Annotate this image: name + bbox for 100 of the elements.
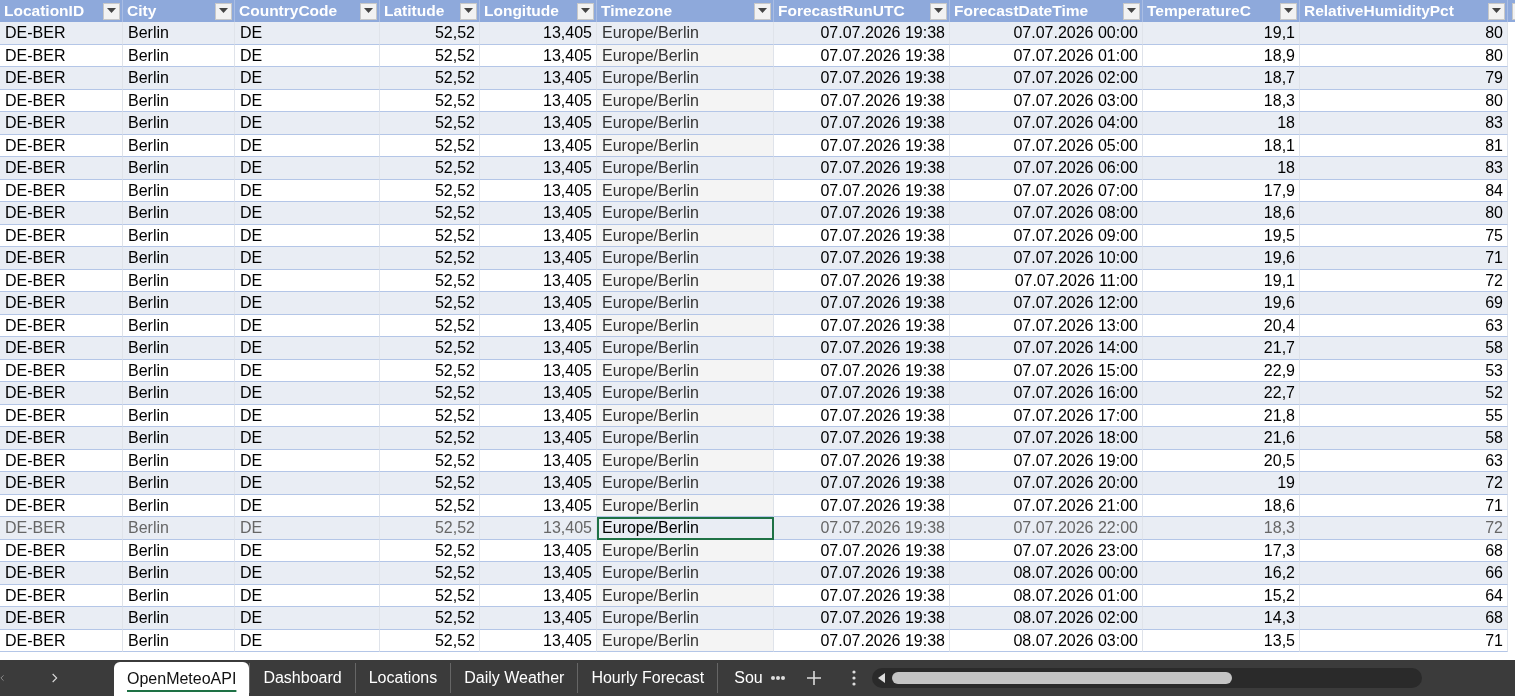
table-cell: DE-BER (0, 22, 123, 45)
table-cell: DE-BER (0, 224, 123, 247)
sheet-tab[interactable]: Dashboard (249, 663, 355, 693)
table-cell: DE-BER (0, 89, 123, 112)
table-cell: 07.07.2026 14:00 (950, 337, 1143, 360)
column-header: City (127, 2, 158, 20)
filter-dropdown-button[interactable] (460, 2, 477, 20)
table-cell: 07.07.2026 17:00 (950, 404, 1143, 427)
table-cell: 13,405 (480, 202, 597, 225)
table-cell: 71 (1300, 494, 1508, 517)
table-cell: Berlin (123, 89, 235, 112)
table-cell: 07.07.2026 10:00 (950, 247, 1143, 270)
filter-dropdown-button[interactable] (577, 2, 594, 20)
table-cell: 18,7 (1143, 67, 1300, 90)
table-cell: Europe/Berlin (597, 404, 774, 427)
table-cell: DE (235, 134, 380, 157)
table-cell: 07.07.2026 21:00 (950, 494, 1143, 517)
table-cell: 13,405 (480, 134, 597, 157)
table-cell: DE (235, 314, 380, 337)
table-cell: 07.07.2026 19:38 (774, 292, 950, 315)
table-cell: Europe/Berlin (597, 224, 774, 247)
table-cell: Europe/Berlin (597, 584, 774, 607)
filter-dropdown-button[interactable] (1280, 2, 1297, 20)
table-cell: 13,405 (480, 22, 597, 45)
add-sheet-icon[interactable] (806, 670, 823, 686)
sheet-tab[interactable]: OpenMeteoAPI (114, 662, 250, 696)
table-cell: 07.07.2026 19:38 (774, 112, 950, 135)
table-cell: 52 (1300, 382, 1508, 405)
table-cell: 80 (1300, 89, 1508, 112)
filter-dropdown-button[interactable] (930, 2, 947, 20)
sheet-tab[interactable]: Daily Weather (450, 663, 578, 693)
column-header: Timezone (601, 2, 674, 20)
table-cell: 07.07.2026 16:00 (950, 382, 1143, 405)
filter-dropdown-button[interactable] (215, 2, 232, 20)
table-cell: Berlin (123, 247, 235, 270)
table-cell: 81 (1300, 134, 1508, 157)
table-cell: DE (235, 224, 380, 247)
table-cell: 07.07.2026 09:00 (950, 224, 1143, 247)
table-cell: 07.07.2026 19:38 (774, 134, 950, 157)
scroll-left-arrow-icon[interactable] (878, 673, 887, 683)
table-cell: Berlin (123, 584, 235, 607)
table-cell: Europe/Berlin (597, 44, 774, 67)
sheet-tab[interactable]: Sou (717, 663, 767, 693)
table-cell: 07.07.2026 23:00 (950, 539, 1143, 562)
table-cell: 52,52 (380, 89, 480, 112)
table-cell: DE (235, 404, 380, 427)
table-cell: 52,52 (380, 539, 480, 562)
table-cell: 07.07.2026 19:38 (774, 89, 950, 112)
table-cell: 22,9 (1143, 359, 1300, 382)
table-cell: 07.07.2026 04:00 (950, 112, 1143, 135)
horizontal-scrollbar[interactable] (872, 668, 1423, 688)
table-cell: 21,6 (1143, 427, 1300, 450)
table-cell: Europe/Berlin (597, 337, 774, 360)
table-cell: 52,52 (380, 584, 480, 607)
caret-icon (581, 8, 590, 14)
table-cell: Europe/Berlin (597, 157, 774, 180)
table-cell: 18,3 (1143, 517, 1300, 540)
table-cell: 52,52 (380, 44, 480, 67)
filter-dropdown-button[interactable] (103, 2, 120, 20)
filter-dropdown-button[interactable] (754, 2, 771, 20)
table-cell: 13,405 (480, 584, 597, 607)
table-cell: Europe/Berlin (597, 202, 774, 225)
table-cell: 52,52 (380, 629, 480, 652)
table-cell: Europe/Berlin (597, 427, 774, 450)
table-cell: 13,405 (480, 607, 597, 630)
table-cell: 71 (1300, 247, 1508, 270)
filter-dropdown-button[interactable] (1123, 2, 1140, 20)
table-cell: Europe/Berlin (597, 494, 774, 517)
sheet-tab[interactable]: Hourly Forecast (577, 663, 718, 693)
table-cell: DE (235, 629, 380, 652)
table-cell: Berlin (123, 269, 235, 292)
table-cell: DE (235, 292, 380, 315)
table-cell: DE-BER (0, 112, 123, 135)
scrollbar-thumb[interactable] (892, 672, 1233, 684)
table-cell: DE-BER (0, 494, 123, 517)
table-cell: 13,405 (480, 292, 597, 315)
table-cell: DE (235, 89, 380, 112)
sheet-tab[interactable]: Locations (354, 663, 451, 693)
table-cell: DE-BER (0, 427, 123, 450)
table-cell: 52,52 (380, 562, 480, 585)
table-cell: 07.07.2026 07:00 (950, 179, 1143, 202)
column-header: ForecastRunUTC (778, 2, 906, 20)
filter-dropdown-button[interactable] (360, 2, 377, 20)
table-cell: DE-BER (0, 269, 123, 292)
more-icon[interactable] (770, 675, 787, 681)
vertical-dots-icon[interactable] (852, 670, 857, 686)
table-cell: 52,52 (380, 472, 480, 495)
table-cell: 07.07.2026 19:38 (774, 337, 950, 360)
column-header: RelativeHumidityPct (1304, 2, 1455, 20)
table-cell: 52,52 (380, 427, 480, 450)
column-header: TemperatureC (1147, 2, 1252, 20)
table-cell: 52,52 (380, 607, 480, 630)
filter-dropdown-button[interactable] (1488, 2, 1505, 20)
table-cell: 07.07.2026 19:38 (774, 247, 950, 270)
column-header: Longitude (484, 2, 560, 20)
table-cell: 16,2 (1143, 562, 1300, 585)
table-cell: 08.07.2026 03:00 (950, 629, 1143, 652)
table-cell: Europe/Berlin (597, 449, 774, 472)
table-cell: DE-BER (0, 382, 123, 405)
table-cell: 13,405 (480, 314, 597, 337)
